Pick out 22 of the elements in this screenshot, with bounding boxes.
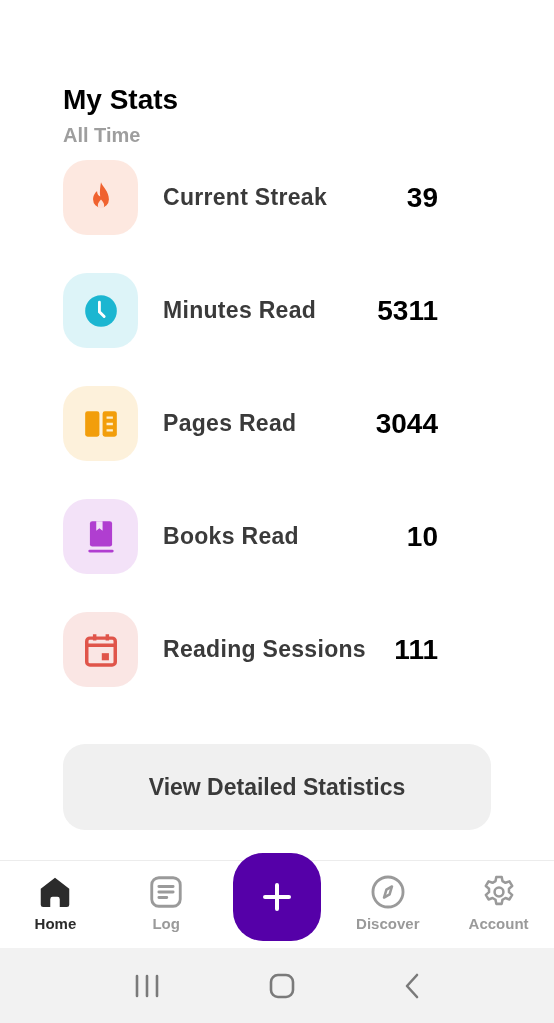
nav-tab[interactable]: Account xyxy=(443,873,554,936)
add-button[interactable] xyxy=(233,852,321,941)
stat-label: Pages Read xyxy=(163,409,297,439)
stat-value: 3044 xyxy=(375,406,438,441)
nav-tab[interactable]: Home xyxy=(0,873,111,936)
stat-label: Minutes Read xyxy=(163,296,317,326)
nav-tab[interactable]: Log xyxy=(110,873,222,936)
plus-icon xyxy=(261,880,293,913)
nav-tab[interactable]: Discover xyxy=(332,873,444,936)
stat-label: Current Streak xyxy=(163,183,327,213)
recent-apps-icon[interactable] xyxy=(134,973,161,998)
stat-value: 10 xyxy=(406,519,438,554)
page-title: My Stats xyxy=(63,84,179,116)
back-icon[interactable] xyxy=(403,972,420,999)
stat-value: 39 xyxy=(406,180,438,215)
stat-label: Reading Sessions xyxy=(163,635,366,665)
stat-value: 5311 xyxy=(377,293,438,328)
view-statistics-button[interactable]: View Detailed Statistics xyxy=(63,744,491,830)
stat-label: Books Read xyxy=(163,522,299,552)
stat-value: 111 xyxy=(394,632,438,667)
period-label: All Time xyxy=(63,123,141,148)
home-button-icon[interactable] xyxy=(269,972,295,999)
